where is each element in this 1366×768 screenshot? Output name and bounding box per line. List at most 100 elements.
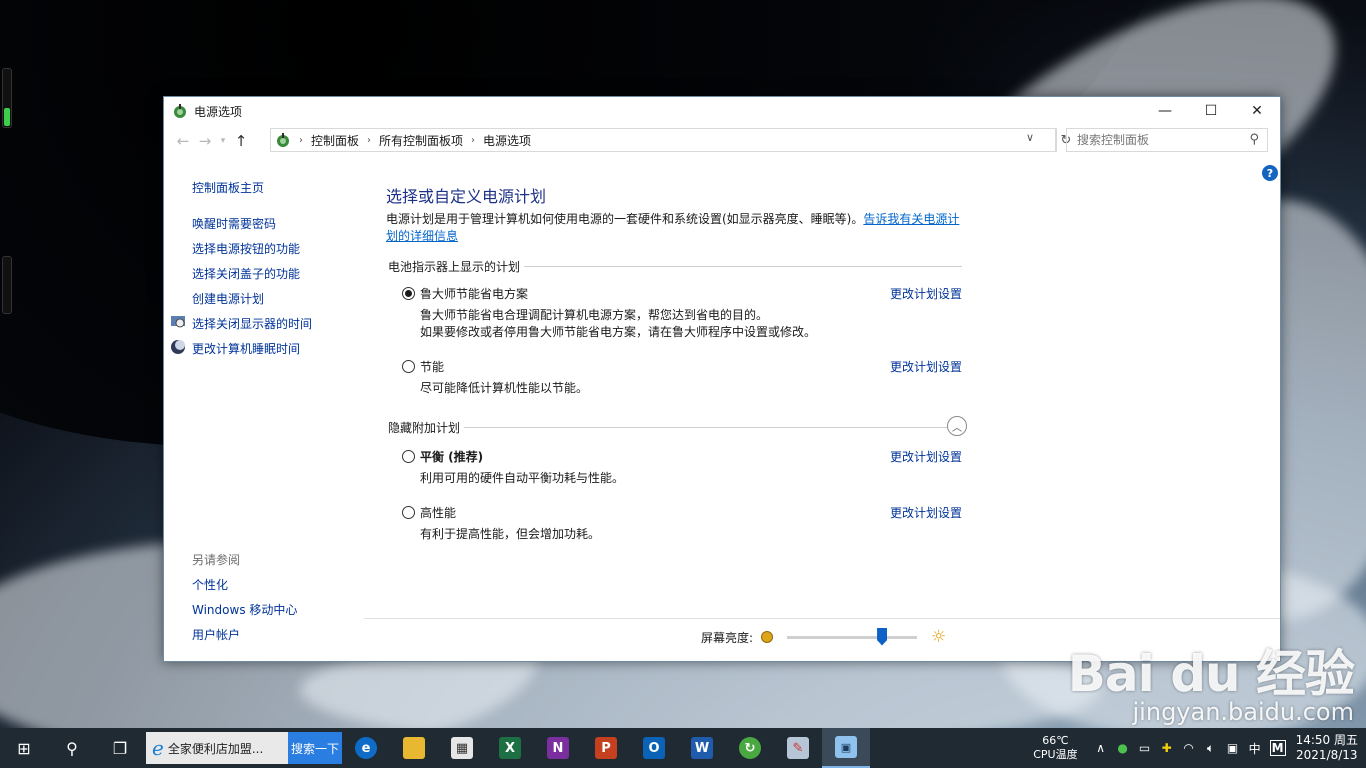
see-also-personalization[interactable]: 个性化 <box>192 576 228 593</box>
onenote-icon[interactable]: N <box>534 728 582 768</box>
forward-arrow-icon[interactable]: → <box>194 132 216 150</box>
breadcrumb-separator-icon: › <box>367 134 372 146</box>
sidebar-link-sleep-time[interactable]: 更改计算机睡眠时间 <box>192 340 300 357</box>
plus-tray-icon[interactable]: ✚ <box>1156 741 1178 755</box>
outlook-icon[interactable]: O <box>630 728 678 768</box>
recent-chevron-down-icon[interactable]: ▾ <box>216 136 230 146</box>
breadcrumb-all-items[interactable]: 所有控制面板项 <box>379 132 463 149</box>
sidebar-link-create-plan[interactable]: 创建电源计划 <box>192 290 264 307</box>
search-box[interactable]: ⚲ <box>1066 128 1268 152</box>
brightness-slider-thumb[interactable] <box>877 627 888 646</box>
group-label: 电池指示器上显示的计划 <box>388 260 521 274</box>
system-tray: 66℃ CPU温度 ∧ ● ▭ ✚ ◠ 🔈︎ ▣ 中 M 14:50 周五 20… <box>1033 728 1366 768</box>
see-also-heading: 另请参阅 <box>192 553 241 567</box>
description-text: 电源计划是用于管理计算机如何使用电源的一套硬件和系统设置(如显示器亮度、睡眠等)… <box>386 212 864 226</box>
power-options-task-icon[interactable]: ▣ <box>822 728 870 768</box>
sidebar-link-lid[interactable]: 选择关闭盖子的功能 <box>192 265 300 282</box>
powerpoint-icon[interactable]: P <box>582 728 630 768</box>
up-arrow-icon[interactable]: ↑ <box>230 132 252 150</box>
title-bar: 电源选项 — ☐ ✕ <box>164 97 1280 125</box>
temperature-label: CPU温度 <box>1033 748 1078 761</box>
ime-mode-indicator[interactable]: M <box>1269 740 1286 756</box>
temperature-value: 66℃ <box>1042 734 1069 747</box>
cpu-temperature[interactable]: 66℃ CPU温度 <box>1033 734 1077 762</box>
plan-name: 高性能 <box>420 506 457 520</box>
plan-description-line: 如果要修改或者停用鲁大师节能省电方案，请在鲁大师程序中设置或修改。 <box>420 325 817 339</box>
task-view-icon[interactable]: ❐ <box>96 728 144 768</box>
search-go-button[interactable]: 搜索一下 <box>288 732 342 764</box>
plan-name: 平衡 (推荐) <box>420 450 484 464</box>
change-plan-settings-link[interactable]: 更改计划设置 <box>890 504 962 521</box>
sidebar-link-power-button[interactable]: 选择电源按钮的功能 <box>192 240 300 257</box>
sidebar-home-link[interactable]: 控制面板主页 <box>192 179 264 196</box>
plan-radio[interactable] <box>402 287 415 300</box>
taskbar: ⊞ ⚲ ❐ e 全家便利店加盟... 搜索一下 e ▦ X N P O W ↻ … <box>0 728 1366 768</box>
plan-description-line: 鲁大师节能省电合理调配计算机电源方案，帮您达到省电的目的。 <box>420 308 769 322</box>
navigation-bar: ← → ▾ ↑ › 控制面板 › 所有控制面板项 › 电源选项 ∨ ↻ ⚲ <box>164 125 1280 157</box>
wifi-icon[interactable]: ◠ <box>1178 741 1200 755</box>
see-also-mobility-center[interactable]: Windows 移动中心 <box>192 601 297 618</box>
maximize-button[interactable]: ☐ <box>1188 97 1234 125</box>
plan-high-performance[interactable]: 高性能 更改计划设置 有利于提高性能，但会增加功耗。 <box>402 504 962 543</box>
search-icon[interactable]: ⚲ <box>1249 132 1259 147</box>
store-icon[interactable]: ▦ <box>438 728 486 768</box>
clock-date: 2021/8/13 <box>1296 748 1358 762</box>
word-icon[interactable]: W <box>678 728 726 768</box>
edge-icon[interactable]: e <box>342 728 390 768</box>
group-divider <box>464 427 962 428</box>
ime-chinese-indicator[interactable]: 中 <box>1244 740 1266 757</box>
plan-description: 尽可能降低计算机性能以节能。 <box>420 381 589 395</box>
back-arrow-icon[interactable]: ← <box>172 132 194 150</box>
clock-time: 14:50 周五 <box>1295 733 1358 747</box>
sidebar-link-wake-password[interactable]: 唤醒时需要密码 <box>192 215 276 232</box>
ie-search-text[interactable]: 全家便利店加盟... <box>168 740 263 757</box>
plan-description: 利用可用的硬件自动平衡功耗与性能。 <box>420 471 625 485</box>
ie-search-box[interactable]: e 全家便利店加盟... <box>146 732 288 764</box>
battery-icon[interactable]: ▭ <box>1134 741 1156 755</box>
plan-description: 有利于提高性能，但会增加功耗。 <box>420 527 601 541</box>
hidden-plans-group: 隐藏附加计划 <box>386 419 962 436</box>
plan-description: 鲁大师节能省电合理调配计算机电源方案，帮您达到省电的目的。 如果要修改或者停用鲁… <box>420 307 962 341</box>
breadcrumb-power-options[interactable]: 电源选项 <box>483 132 531 149</box>
address-bar[interactable]: › 控制面板 › 所有控制面板项 › 电源选项 ∨ ↻ <box>270 128 1071 152</box>
change-plan-settings-link[interactable]: 更改计划设置 <box>890 358 962 375</box>
see-also-user-accounts[interactable]: 用户帐户 <box>192 626 240 643</box>
brightness-slider[interactable] <box>787 627 918 646</box>
ludashi-tray-icon[interactable]: ● <box>1112 741 1134 755</box>
collapse-chevron-up-icon[interactable]: ︿ <box>947 416 967 436</box>
plan-ludashi[interactable]: 鲁大师节能省电方案 更改计划设置 鲁大师节能省电合理调配计算机电源方案，帮您达到… <box>402 285 962 341</box>
page-title: 选择或自定义电源计划 <box>386 187 547 206</box>
tray-expand-chevron-icon[interactable]: ∧ <box>1090 741 1112 755</box>
bottom-divider <box>364 618 1280 619</box>
plan-radio[interactable] <box>402 450 415 463</box>
search-input[interactable] <box>1075 132 1239 148</box>
plan-power-saver[interactable]: 节能 更改计划设置 尽可能降低计算机性能以节能。 <box>402 358 962 397</box>
notification-app-icon[interactable]: ▣ <box>1222 741 1244 755</box>
baidu-watermark: Bai du 经验 jingyan.baidu.com <box>1068 634 1355 726</box>
sidebar: 控制面板主页 唤醒时需要密码 选择电源按钮的功能 选择关闭盖子的功能 创建电源计… <box>164 161 364 661</box>
file-explorer-icon[interactable] <box>390 728 438 768</box>
help-icon[interactable]: ? <box>1262 165 1278 181</box>
address-dropdown-chevron-icon[interactable]: ∨ <box>1026 131 1034 144</box>
breadcrumb-control-panel[interactable]: 控制面板 <box>311 132 359 149</box>
plan-radio[interactable] <box>402 360 415 373</box>
volume-icon[interactable]: 🔈︎ <box>1200 741 1222 756</box>
sidebar-link-display-time[interactable]: 选择关闭显示器的时间 <box>192 315 312 332</box>
minimize-button[interactable]: — <box>1142 97 1188 125</box>
battery-plans-group: 电池指示器上显示的计划 <box>386 258 962 275</box>
ludashi-icon[interactable]: ↻ <box>726 728 774 768</box>
excel-icon[interactable]: X <box>486 728 534 768</box>
change-plan-settings-link[interactable]: 更改计划设置 <box>890 448 962 465</box>
close-button[interactable]: ✕ <box>1234 97 1280 125</box>
plan-name: 鲁大师节能省电方案 <box>420 287 529 301</box>
paint-icon[interactable]: ✎ <box>774 728 822 768</box>
plan-radio[interactable] <box>402 506 415 519</box>
change-plan-settings-link[interactable]: 更改计划设置 <box>890 285 962 302</box>
brightness-label: 屏幕亮度: <box>701 630 754 645</box>
display-clock-icon <box>171 316 185 328</box>
plan-balanced[interactable]: 平衡 (推荐) 更改计划设置 利用可用的硬件自动平衡功耗与性能。 <box>402 448 962 487</box>
start-windows-icon[interactable]: ⊞ <box>0 728 48 768</box>
ie-icon: e <box>152 736 164 760</box>
clock[interactable]: 14:50 周五 2021/8/13 <box>1296 733 1358 763</box>
search-icon[interactable]: ⚲ <box>48 728 96 768</box>
